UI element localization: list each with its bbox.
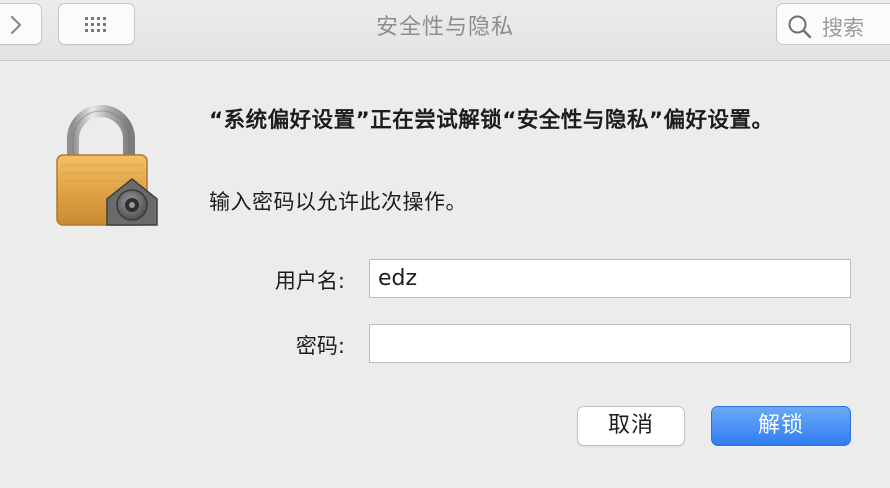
unlock-button[interactable]: 解锁: [711, 406, 851, 446]
unlock-dialog-window: 安全性与隐私 搜索 “系统偏好设置”正在尝试解锁“安全性与隐私”偏好设置。 输入…: [0, 0, 890, 488]
cancel-button[interactable]: 取消: [577, 406, 685, 446]
password-field[interactable]: [369, 324, 851, 363]
toolbar: 安全性与隐私 搜索: [0, 0, 890, 61]
dialog-message: “系统偏好设置”正在尝试解锁“安全性与隐私”偏好设置。: [209, 108, 774, 133]
search-placeholder: 搜索: [822, 16, 864, 40]
username-field[interactable]: [369, 259, 851, 298]
search-icon: [788, 15, 812, 39]
search-field[interactable]: 搜索: [776, 3, 890, 45]
password-label: 密码:: [295, 334, 345, 358]
username-label: 用户名:: [274, 269, 345, 293]
padlock-icon: [56, 105, 158, 226]
window-title: 安全性与隐私: [375, 15, 514, 40]
dialog-subtext: 输入密码以允许此次操作。: [209, 190, 467, 214]
